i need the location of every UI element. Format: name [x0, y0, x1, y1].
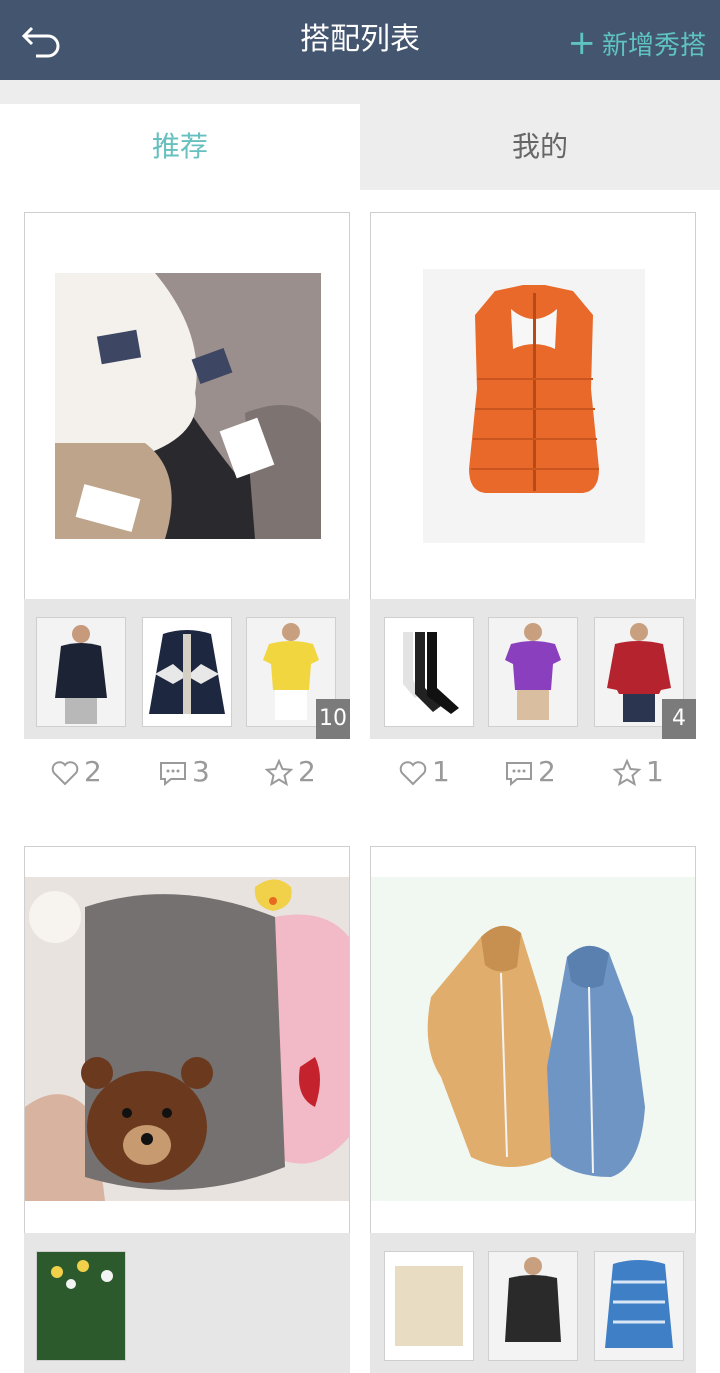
comment-icon	[160, 762, 186, 787]
orange-vest-image	[423, 269, 645, 543]
favorite-count: 2	[298, 755, 316, 788]
item-thumbnail[interactable]	[488, 617, 578, 727]
outfit-main-image-frame[interactable]	[24, 846, 350, 1234]
star-icon	[264, 758, 294, 787]
comment-stat[interactable]: 3	[158, 747, 210, 797]
outfit-main-image-frame[interactable]	[370, 846, 696, 1234]
scarves-image	[55, 273, 321, 539]
plus-icon: +	[567, 23, 596, 63]
item-thumbnail[interactable]	[36, 1251, 126, 1361]
outfit-main-image-frame[interactable]	[24, 212, 350, 600]
heart-icon	[51, 761, 79, 786]
socks-thumb	[385, 618, 473, 726]
comment-count: 2	[538, 755, 556, 788]
man-dark-thumb	[489, 1252, 577, 1360]
item-thumbnail[interactable]	[142, 617, 232, 727]
like-count: 2	[84, 755, 102, 788]
top-bar: 搭配列表 + 新增秀搭	[0, 0, 720, 80]
item-count-badge: 10	[316, 699, 350, 739]
heart-icon	[399, 761, 427, 786]
favorite-count: 1	[646, 755, 664, 788]
item-thumbnail[interactable]	[384, 617, 474, 727]
item-thumbnail[interactable]	[594, 1251, 684, 1361]
outfit-items-strip	[24, 1233, 350, 1373]
bear-glove-image	[25, 877, 349, 1201]
flowers-thumb	[37, 1252, 125, 1360]
favorite-stat[interactable]: 2	[264, 747, 316, 797]
tab-recommended[interactable]: 推荐	[0, 104, 360, 190]
outfit-items-strip: 4	[370, 599, 696, 739]
favorite-stat[interactable]: 1	[612, 747, 664, 797]
outfit-main-image-frame[interactable]	[370, 212, 696, 600]
outfit-stats: 1 2 1	[370, 747, 696, 797]
comment-count: 3	[192, 755, 210, 788]
outfit-stats: 2 3 2	[24, 747, 350, 797]
man-navy-jacket-thumb	[37, 618, 125, 726]
like-stat[interactable]: 2	[50, 747, 102, 797]
hoodies-image	[371, 877, 695, 1201]
comment-icon	[506, 762, 532, 787]
item-count-badge: 4	[662, 699, 696, 739]
outfit-items-strip: 10	[24, 599, 350, 739]
purple-polo-thumb	[489, 618, 577, 726]
item-thumbnail[interactable]	[36, 617, 126, 727]
like-count: 1	[432, 755, 450, 788]
outfit-items-strip	[370, 1233, 696, 1373]
blue-shirt-thumb	[595, 1252, 683, 1360]
item-thumbnail[interactable]	[384, 1251, 474, 1361]
beige-item-thumb	[385, 1252, 473, 1360]
patterned-cardigan-thumb	[143, 618, 231, 726]
like-stat[interactable]: 1	[398, 747, 450, 797]
star-icon	[612, 758, 642, 787]
add-outfit-label: 新增秀搭	[601, 31, 706, 61]
comment-stat[interactable]: 2	[504, 747, 556, 797]
add-outfit-button[interactable]: + 新增秀搭	[567, 0, 706, 80]
item-thumbnail[interactable]	[488, 1251, 578, 1361]
tab-mine[interactable]: 我的	[360, 104, 720, 190]
